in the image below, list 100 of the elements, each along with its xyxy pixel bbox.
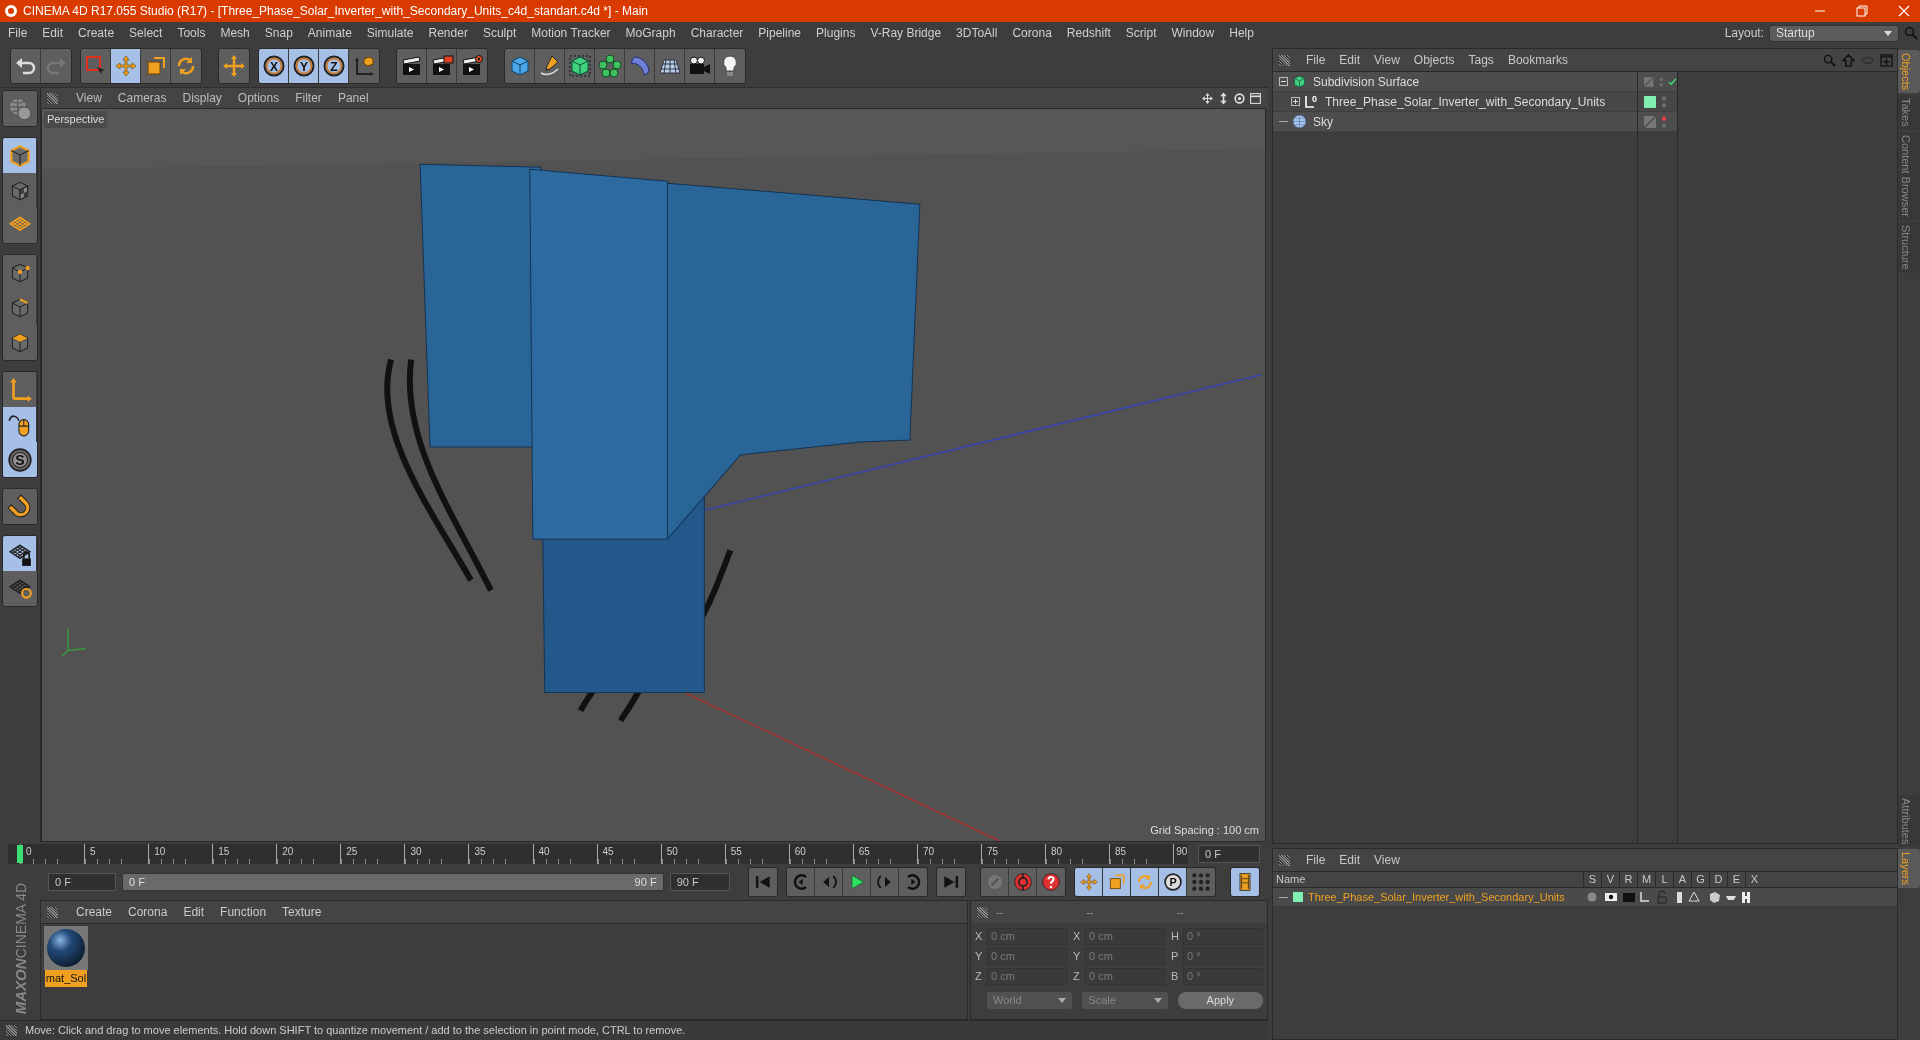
- side-tab[interactable]: Content Browser: [1898, 132, 1920, 220]
- points-cube-icon[interactable]: [3, 255, 37, 290]
- menu-item[interactable]: Create: [78, 24, 115, 42]
- menu-item[interactable]: Function: [220, 903, 267, 921]
- apply-button[interactable]: Apply: [1177, 992, 1263, 1009]
- scale-icon[interactable]: [141, 48, 171, 83]
- cube-icon[interactable]: [505, 48, 535, 83]
- auto-key-icon[interactable]: [1009, 868, 1037, 896]
- parameter-icon[interactable]: P: [1159, 868, 1187, 896]
- menu-item[interactable]: Corona: [128, 903, 168, 921]
- menu-item[interactable]: Tools: [177, 24, 206, 42]
- layer-color-swatch[interactable]: [1293, 892, 1303, 902]
- move-icon[interactable]: [219, 48, 249, 83]
- menu-item[interactable]: Help: [1229, 24, 1254, 42]
- visibility-dots-icon[interactable]: [1658, 74, 1664, 89]
- menu-item[interactable]: Create: [76, 903, 113, 921]
- axis-icon[interactable]: Y: [289, 48, 319, 83]
- menu-item[interactable]: File: [8, 24, 28, 42]
- selection-icon[interactable]: [81, 48, 111, 83]
- menu-item[interactable]: Tags: [1468, 51, 1494, 69]
- side-tab[interactable]: Attributes: [1898, 794, 1920, 847]
- undo-icon[interactable]: [11, 48, 41, 83]
- clapboard-icon[interactable]: [397, 48, 427, 83]
- visibility-dots-icon[interactable]: [1661, 94, 1667, 109]
- axis-arrows-icon[interactable]: [3, 372, 37, 407]
- record-key-icon[interactable]: [981, 868, 1009, 896]
- menu-item[interactable]: File: [1306, 851, 1326, 869]
- menu-item[interactable]: File: [1306, 51, 1326, 69]
- menu-item[interactable]: Edit: [183, 903, 205, 921]
- menu-item[interactable]: Display: [182, 89, 222, 107]
- scale-icon[interactable]: [1103, 868, 1131, 896]
- light-bulb-icon[interactable]: [715, 48, 745, 83]
- next-key-icon[interactable]: [899, 868, 927, 896]
- end-frame-field[interactable]: 90 F: [669, 873, 730, 891]
- menu-item[interactable]: Select: [129, 24, 163, 42]
- pan-icon[interactable]: [1201, 91, 1214, 105]
- film-strip-icon[interactable]: [1231, 868, 1259, 896]
- step-forward-icon[interactable]: [871, 868, 899, 896]
- menu-item[interactable]: Mesh: [220, 24, 250, 42]
- menu-item[interactable]: MoGraph: [625, 24, 676, 42]
- menu-item[interactable]: Cameras: [117, 89, 167, 107]
- grid-icon[interactable]: [3, 208, 37, 243]
- menu-item[interactable]: Pipeline: [758, 24, 802, 42]
- visibility-dots-icon[interactable]: [1661, 114, 1667, 129]
- clapboard-icon[interactable]: [457, 48, 487, 83]
- menu-item[interactable]: Panel: [337, 89, 369, 107]
- menu-item[interactable]: Motion Tracker: [531, 24, 611, 42]
- menu-item[interactable]: Script: [1125, 24, 1157, 42]
- side-tab[interactable]: Objects: [1898, 50, 1920, 94]
- checker-cube-icon[interactable]: [3, 173, 37, 208]
- coordinate-system-icon[interactable]: [349, 48, 379, 83]
- axis-icon[interactable]: Z: [319, 48, 349, 83]
- menu-item[interactable]: 3DToAll: [956, 24, 998, 42]
- object-name[interactable]: Three_Phase_Solar_Inverter_with_Secondary_Units: [1325, 92, 1606, 111]
- rotate-icon[interactable]: [171, 48, 201, 83]
- layout-dropdown[interactable]: Startup: [1769, 24, 1899, 42]
- menu-item[interactable]: Redshift: [1066, 24, 1111, 42]
- side-tab[interactable]: Structure: [1898, 222, 1920, 273]
- maximize-icon[interactable]: [1249, 91, 1262, 105]
- skip-back-icon[interactable]: [749, 868, 777, 896]
- menu-item[interactable]: Edit: [1339, 51, 1361, 69]
- clapboard-icon[interactable]: [427, 48, 457, 83]
- current-frame-field[interactable]: 0 F: [1198, 845, 1260, 863]
- rotate-icon[interactable]: [1131, 868, 1159, 896]
- menu-item[interactable]: Window: [1171, 24, 1215, 42]
- expand-icon[interactable]: [1291, 97, 1300, 106]
- play-icon[interactable]: [843, 868, 871, 896]
- menu-item[interactable]: V-Ray Bridge: [870, 24, 942, 42]
- menu-item[interactable]: Simulate: [366, 24, 414, 42]
- axis-icon[interactable]: X: [259, 48, 289, 83]
- menu-item[interactable]: Edit: [1339, 851, 1361, 869]
- side-tab[interactable]: Layers: [1898, 848, 1920, 888]
- menu-item[interactable]: View: [76, 89, 102, 107]
- menu-item[interactable]: View: [1374, 51, 1400, 69]
- globe-icon[interactable]: [3, 91, 37, 126]
- bend-icon[interactable]: [625, 48, 655, 83]
- object-name[interactable]: Sky: [1313, 112, 1333, 131]
- menu-item[interactable]: View: [1374, 851, 1400, 869]
- mouse-icon[interactable]: [3, 407, 37, 442]
- cloner-icon[interactable]: [595, 48, 625, 83]
- step-back-icon[interactable]: [815, 868, 843, 896]
- menu-item[interactable]: Plugins: [816, 24, 856, 42]
- orbit-icon[interactable]: [1233, 91, 1246, 105]
- start-frame-field[interactable]: 0 F: [48, 873, 117, 891]
- menu-item[interactable]: Texture: [282, 903, 322, 921]
- snap-icon[interactable]: S: [3, 442, 37, 477]
- menu-item[interactable]: Bookmarks: [1507, 51, 1568, 69]
- grid-lock-icon[interactable]: [3, 536, 37, 571]
- menu-item[interactable]: Options: [237, 89, 280, 107]
- dot-grid-icon[interactable]: [1187, 868, 1215, 896]
- menu-item[interactable]: Filter: [295, 89, 322, 107]
- menu-item[interactable]: Character: [690, 24, 744, 42]
- timeline-ruler[interactable]: 0 5 10 15 20 25 30 35 40 45 50 55 60 65 70 75 80 85 90: [8, 844, 1188, 864]
- menu-item[interactable]: Animate: [307, 24, 352, 42]
- polygon-cube-icon[interactable]: [3, 325, 37, 360]
- close-icon[interactable]: [1898, 5, 1910, 17]
- side-tab[interactable]: Takes: [1898, 95, 1920, 131]
- menu-item[interactable]: Edit: [42, 24, 64, 42]
- cube-icon[interactable]: [3, 138, 37, 173]
- subdivision-cube-icon[interactable]: [565, 48, 595, 83]
